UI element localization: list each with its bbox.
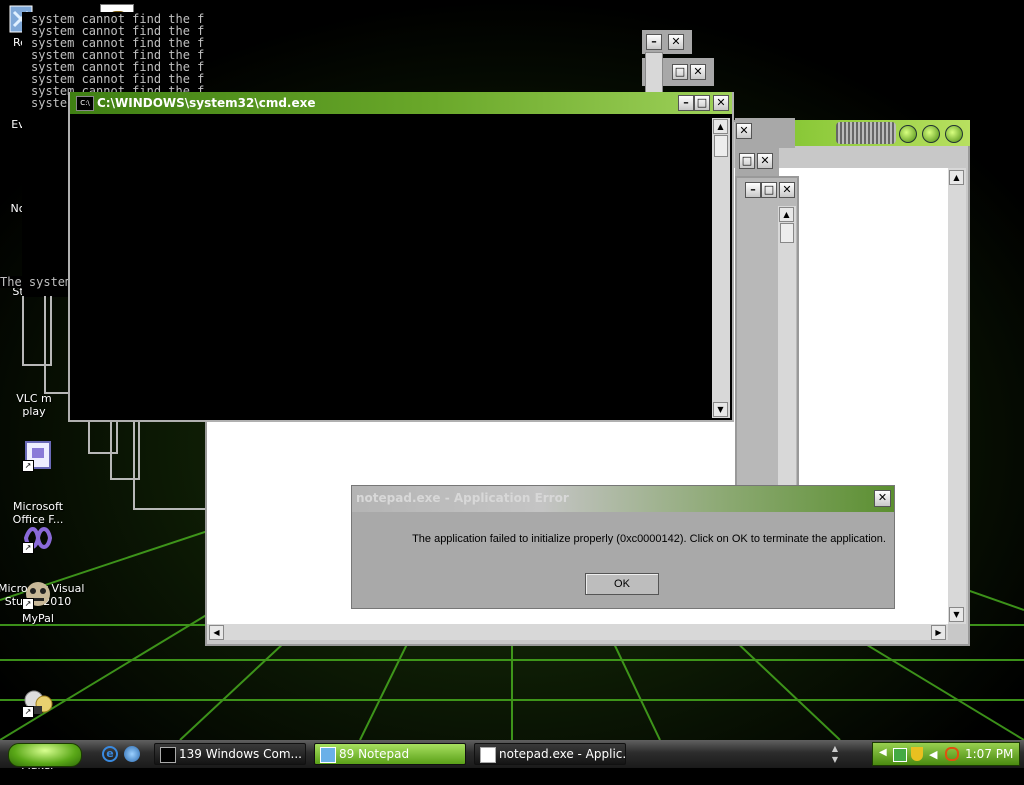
minimize-button[interactable]: –	[745, 182, 761, 198]
taskbar-task-label: 89 Notepad	[339, 747, 410, 761]
mypal-icon: ↗	[22, 578, 54, 610]
browser-icon[interactable]	[124, 746, 140, 762]
error-dialog-title: notepad.exe - Application Error	[356, 491, 569, 505]
vscrollbar[interactable]	[778, 206, 796, 486]
window-icon	[480, 747, 496, 763]
notepad-icon	[320, 747, 336, 763]
scroll-left-button[interactable]: ◀	[209, 625, 224, 640]
minimize-button[interactable]: –	[646, 34, 662, 50]
error-dialog-titlebar: notepad.exe - Application Error	[352, 486, 894, 512]
shortcut-arrow-icon: ↗	[22, 598, 34, 610]
taskbar-task-error[interactable]: notepad.exe - Applic...	[474, 743, 626, 765]
internet-explorer-icon[interactable]: e	[102, 746, 118, 762]
desktop-icon-label: MyPal	[22, 612, 54, 625]
taskbar-task-label: notepad.exe - Applic...	[499, 747, 626, 761]
scroll-thumb[interactable]	[714, 135, 728, 157]
cmd-content-area[interactable]	[70, 114, 712, 420]
clock[interactable]: 1:07 PM	[965, 747, 1013, 761]
shortcut-arrow-icon: ↗	[22, 460, 34, 472]
cmd-vscrollbar[interactable]	[712, 118, 730, 418]
error-message: The application failed to initialize pro…	[412, 533, 886, 545]
office-icon: ↗	[22, 440, 54, 472]
tray-shield-icon[interactable]	[911, 747, 923, 761]
close-button[interactable]: ✕	[668, 34, 684, 50]
visual-studio-icon: ↗	[22, 522, 54, 554]
scroll-down-button[interactable]: ▼	[713, 402, 728, 417]
shortcut-arrow-icon: ↗	[22, 542, 34, 554]
desktop-icon-mypal[interactable]: ↗ MyPal	[0, 578, 78, 625]
start-button[interactable]	[8, 743, 82, 767]
maximize-button-round[interactable]	[922, 125, 940, 143]
close-button[interactable]: ✕	[713, 95, 729, 111]
close-button-round[interactable]	[945, 125, 963, 143]
scroll-down-button[interactable]: ▼	[949, 607, 964, 622]
maximize-button[interactable]: □	[672, 64, 688, 80]
scroll-up-button[interactable]: ▲	[713, 119, 728, 134]
close-button[interactable]: ✕	[736, 123, 752, 139]
cmd-window-title: C:\WINDOWS\system32\cmd.exe	[97, 96, 316, 110]
taskbar: e 139 Windows Com... 89 Notepad notepad.…	[0, 740, 1024, 768]
scroll-thumb[interactable]	[780, 223, 794, 243]
scroll-up-button[interactable]: ▲	[949, 170, 964, 185]
close-button[interactable]: ✕	[874, 490, 891, 507]
notepad-hscrollbar[interactable]	[207, 624, 948, 640]
system-tray: ◀ ◀ 1:07 PM	[872, 742, 1020, 766]
cmd-icon: C:\	[76, 96, 94, 111]
notepad-vscrollbar[interactable]	[948, 168, 966, 624]
cmd-titlebar: C:\ C:\WINDOWS\system32\cmd.exe	[70, 92, 732, 114]
cmd-icon	[160, 747, 176, 763]
tray-volume-icon[interactable]: ◀	[929, 748, 937, 761]
tray-arrow-icon[interactable]: ◀	[879, 747, 887, 758]
maximize-button[interactable]: □	[739, 153, 755, 169]
taskbar-task-cmd[interactable]: 139 Windows Com...	[154, 743, 306, 765]
close-button[interactable]: ✕	[779, 182, 795, 198]
movie-maker-icon: ↗	[22, 686, 54, 718]
scroll-right-button[interactable]: ▶	[931, 625, 946, 640]
scroll-up-button[interactable]: ▲	[779, 207, 794, 222]
minimize-button[interactable]: –	[678, 95, 694, 111]
console-line: syste	[31, 96, 68, 110]
ghost-window-frame	[133, 420, 213, 510]
taskbar-task-notepad[interactable]: 89 Notepad	[314, 743, 466, 765]
taskbar-scroll-icon[interactable]: ▲ ▼	[830, 743, 840, 765]
maximize-button[interactable]: □	[761, 182, 777, 198]
minimize-button-round[interactable]	[899, 125, 917, 143]
notepad-grill	[836, 122, 896, 144]
close-button[interactable]: ✕	[690, 64, 706, 80]
ok-button[interactable]: OK	[585, 573, 659, 595]
taskbar-task-label: 139 Windows Com...	[179, 747, 302, 761]
tray-search-icon[interactable]	[945, 747, 959, 761]
tray-network-icon[interactable]	[893, 748, 907, 762]
shortcut-arrow-icon: ↗	[22, 706, 34, 718]
maximize-button[interactable]: □	[694, 95, 710, 111]
close-button[interactable]: ✕	[757, 153, 773, 169]
